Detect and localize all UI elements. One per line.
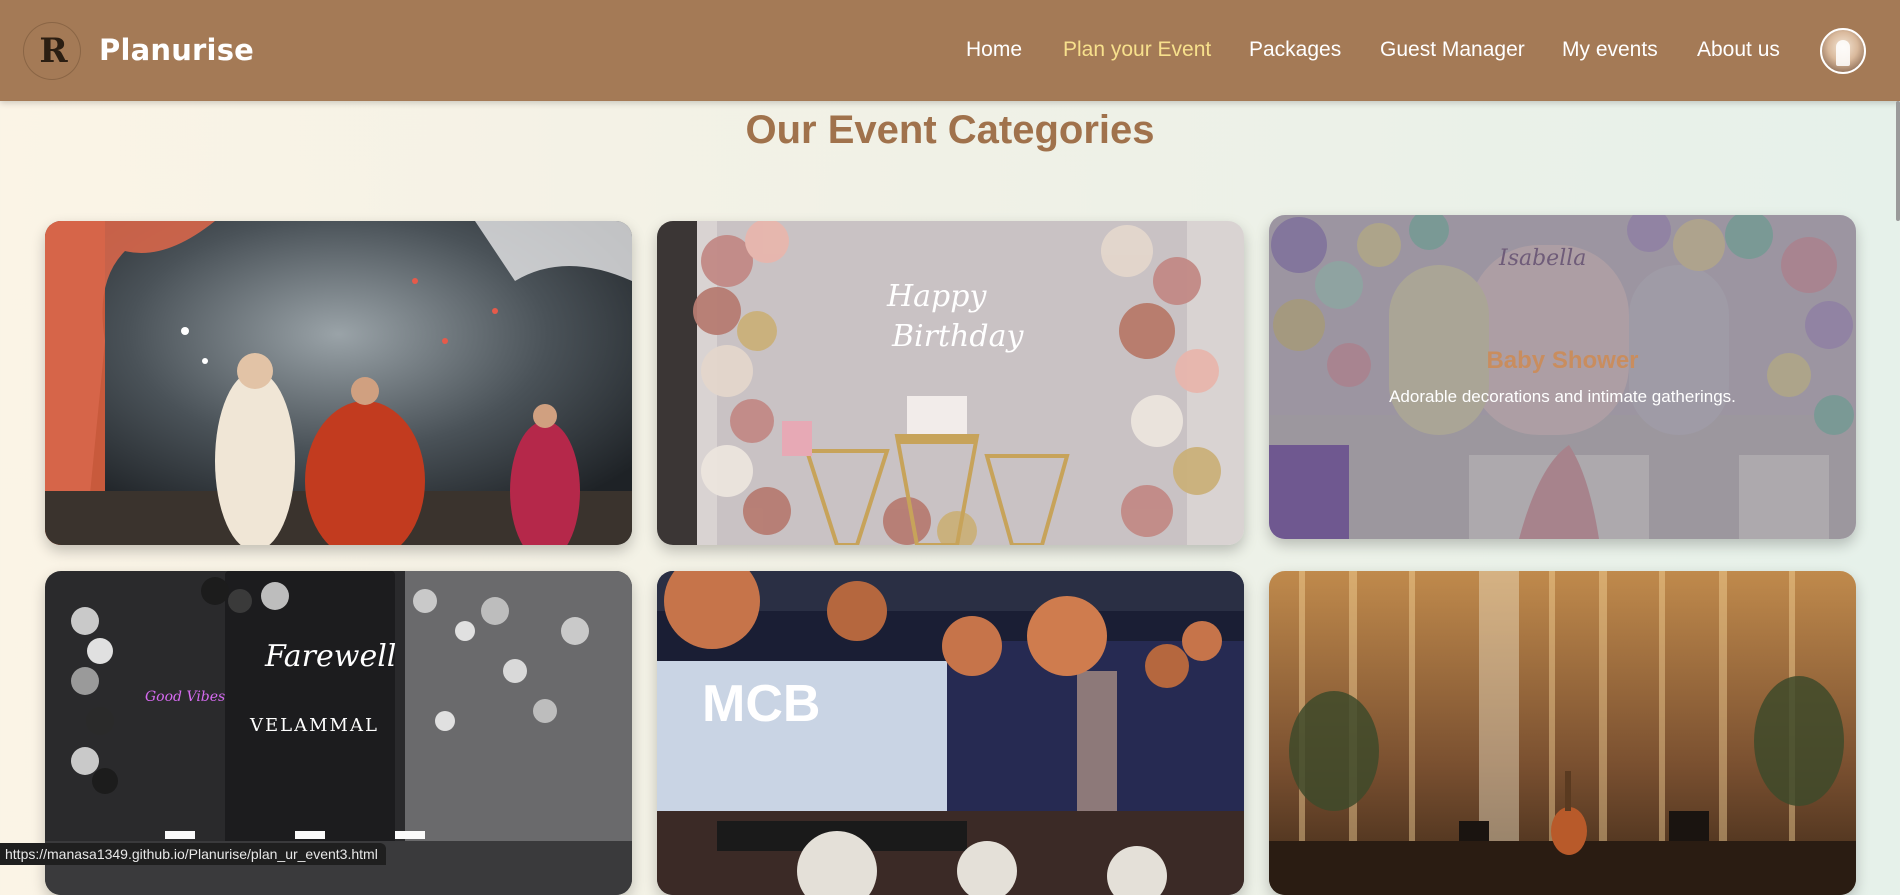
- nav-packages[interactable]: Packages: [1249, 38, 1341, 62]
- page-title: Our Event Categories: [745, 108, 1155, 152]
- top-navbar: R Planurise Home Plan your Event Package…: [0, 0, 1900, 101]
- svg-text:Good Vibes: Good Vibes: [145, 689, 225, 705]
- svg-text:MCB: MCB: [702, 675, 820, 733]
- nav-home[interactable]: Home: [966, 38, 1022, 62]
- card-hover-overlay: Baby Shower Adorable decorations and int…: [1269, 215, 1856, 539]
- svg-text:VELAMMAL: VELAMMAL: [249, 715, 379, 736]
- corporate-gala-image: MCB: [657, 571, 1244, 895]
- user-avatar[interactable]: [1820, 28, 1866, 74]
- logo-letter: R: [39, 31, 67, 71]
- card-description: Adorable decorations and intimate gather…: [1389, 387, 1736, 406]
- brand-name[interactable]: Planurise: [99, 33, 254, 67]
- event-card-baby-shower[interactable]: Isabella Baby Shower Adorable decoration…: [1269, 215, 1856, 539]
- event-card-birthday[interactable]: Happy Birthday: [657, 221, 1244, 545]
- concert-image: [1269, 571, 1856, 895]
- wedding-image: [45, 221, 632, 545]
- status-bar-url: https://manasa1349.github.io/Planurise/p…: [0, 843, 386, 865]
- svg-text:Farewell: Farewell: [264, 639, 396, 674]
- event-card-corporate-gala[interactable]: MCB: [657, 571, 1244, 895]
- event-card-wedding[interactable]: [45, 221, 632, 545]
- planurise-logo-icon[interactable]: R: [23, 22, 81, 80]
- card-title: Baby Shower: [1486, 347, 1639, 374]
- svg-text:Birthday: Birthday: [891, 319, 1024, 354]
- nav-about-us[interactable]: About us: [1697, 38, 1780, 62]
- svg-text:Happy: Happy: [886, 279, 987, 314]
- page-scrollbar[interactable]: [1896, 101, 1900, 221]
- nav-my-events[interactable]: My events: [1562, 38, 1658, 62]
- nav-guest-manager[interactable]: Guest Manager: [1380, 38, 1525, 62]
- birthday-image: Happy Birthday: [657, 221, 1244, 545]
- event-card-concert[interactable]: [1269, 571, 1856, 895]
- nav-plan-your-event[interactable]: Plan your Event: [1063, 38, 1211, 62]
